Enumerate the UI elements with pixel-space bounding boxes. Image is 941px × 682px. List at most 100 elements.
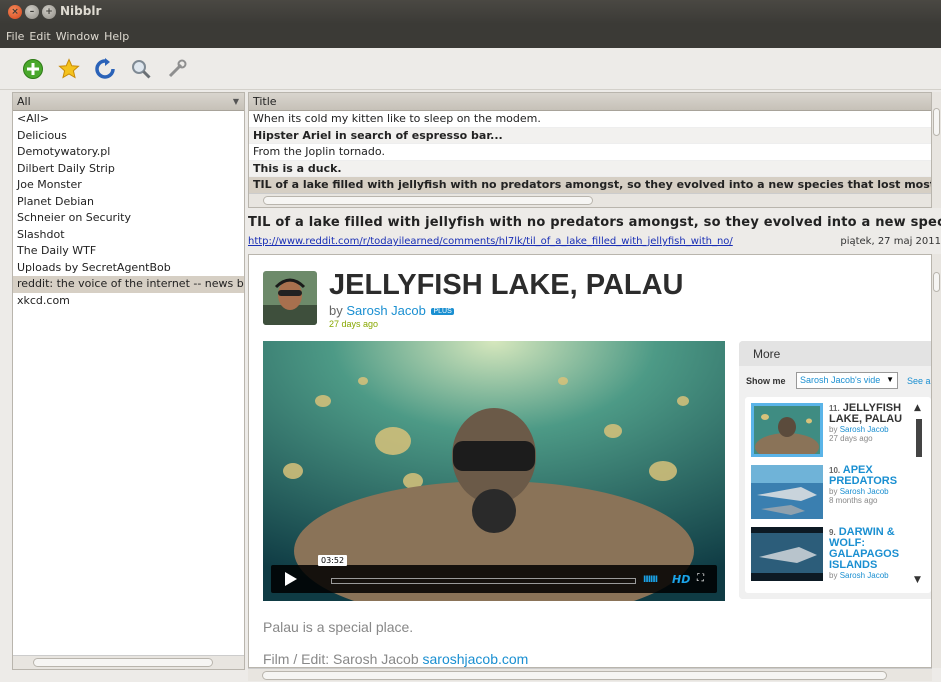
video-title-text[interactable]: APEX PREDATORS — [829, 464, 897, 487]
credit-link[interactable]: saroshjacob.com — [423, 651, 529, 667]
video-number: 9. — [829, 528, 836, 537]
search-icon — [132, 59, 151, 79]
menu-file[interactable]: File — [6, 30, 24, 43]
article-link[interactable]: http://www.reddit.com/r/todayilearned/co… — [248, 236, 733, 247]
refresh-button[interactable] — [92, 56, 118, 82]
feed-list: <All> Delicious Demotywatory.pl Dilbert … — [13, 111, 244, 309]
article-list: Title When its cold my kitten like to sl… — [248, 92, 932, 208]
feed-item-planet-debian[interactable]: Planet Debian — [13, 194, 244, 211]
video-list-scrollbar[interactable]: ▲ ▼ — [913, 403, 925, 587]
chevron-down-icon[interactable]: ▼ — [914, 575, 921, 585]
hd-toggle[interactable]: HD — [672, 573, 690, 586]
video-info: 9. DARWIN & WOLF: GALAPAGOS ISLANDS by S… — [829, 526, 905, 581]
article-row[interactable]: From the Joplin tornado. — [249, 144, 931, 161]
tab-more[interactable]: More — [739, 341, 793, 366]
webview-horizontal-scrollbar[interactable] — [248, 668, 932, 681]
video-by: by — [829, 571, 838, 580]
menu-help[interactable]: Help — [104, 30, 129, 43]
article-row[interactable]: When its cold my kitten like to sleep on… — [249, 111, 931, 128]
video-progress-bar[interactable] — [331, 578, 636, 584]
video-by: by — [829, 487, 838, 496]
favorite-button[interactable] — [56, 56, 82, 82]
video-title: JELLYFISH LAKE, PALAU — [329, 269, 684, 301]
scrollbar-thumb[interactable] — [916, 419, 922, 457]
maximize-window-button[interactable]: + — [42, 5, 56, 19]
video-description: Palau is a special place. — [263, 619, 414, 635]
video-author[interactable]: Sarosh Jacob — [840, 571, 889, 580]
feed-item-dilbert[interactable]: Dilbert Daily Strip — [13, 161, 244, 178]
video-info: 10. APEX PREDATORS by Sarosh Jacob 8 mon… — [829, 464, 905, 506]
sidebar-horizontal-scrollbar[interactable] — [13, 655, 244, 669]
fullscreen-icon[interactable]: ⛶ — [697, 573, 704, 584]
feed-item-xkcd[interactable]: xkcd.com — [13, 293, 244, 310]
window-titlebar: × – + Nibblr — [0, 0, 941, 24]
video-thumbnail — [751, 403, 823, 457]
feed-filter-value: All — [17, 95, 31, 108]
menu-edit[interactable]: Edit — [29, 30, 50, 43]
more-videos-panel: More Show me Sarosh Jacob's vide ▼ See a… — [739, 341, 931, 599]
feed-item-secretagentbob[interactable]: Uploads by SecretAgentBob — [13, 260, 244, 277]
video-info: 11. JELLYFISH LAKE, PALAU by Sarosh Jaco… — [829, 403, 905, 444]
volume-icon[interactable]: IIIIII — [643, 575, 658, 585]
video-number: 10. — [829, 466, 841, 475]
feed-item-all[interactable]: <All> — [13, 111, 244, 128]
column-header-title[interactable]: Title — [249, 93, 931, 111]
author-link[interactable]: Sarosh Jacob — [346, 303, 426, 318]
window-title: Nibblr — [60, 4, 102, 18]
webview-vertical-scrollbar[interactable] — [932, 254, 941, 668]
scrollbar-thumb[interactable] — [933, 108, 940, 136]
star-icon — [58, 57, 80, 79]
scrollbar-thumb[interactable] — [262, 671, 887, 680]
minimize-window-button[interactable]: – — [25, 5, 39, 19]
show-me-select[interactable]: Sarosh Jacob's vide ▼ — [796, 372, 898, 389]
search-button[interactable] — [128, 56, 154, 82]
feed-item-daily-wtf[interactable]: The Daily WTF — [13, 243, 244, 260]
article-list-horizontal-scrollbar[interactable] — [249, 193, 931, 207]
article-row[interactable]: Hipster Ariel in search of espresso bar.… — [249, 127, 931, 144]
video-ago: 8 months ago — [829, 496, 878, 505]
avatar[interactable] — [263, 271, 317, 325]
video-credit: Film / Edit: Sarosh Jacob saroshjacob.co… — [263, 651, 528, 667]
article-title: TIL of a lake filled with jellyfish with… — [248, 215, 941, 230]
see-all-link[interactable]: See al — [907, 376, 931, 386]
feed-item-demotywatory[interactable]: Demotywatory.pl — [13, 144, 244, 161]
video-by: by — [829, 425, 838, 434]
article-row[interactable]: This is a duck. — [249, 160, 931, 177]
add-feed-button[interactable] — [20, 56, 46, 82]
scrollbar-thumb[interactable] — [33, 658, 213, 667]
feed-item-joe-monster[interactable]: Joe Monster — [13, 177, 244, 194]
video-ago: 27 days ago — [829, 434, 873, 443]
article-list-vertical-scrollbar[interactable] — [932, 92, 941, 208]
video-list-item[interactable]: 10. APEX PREDATORS by Sarosh Jacob 8 mon… — [751, 465, 911, 521]
credit-text: Film / Edit: Sarosh Jacob — [263, 651, 419, 667]
feed-item-delicious[interactable]: Delicious — [13, 128, 244, 145]
settings-button[interactable] — [164, 56, 190, 82]
feed-item-slashdot[interactable]: Slashdot — [13, 227, 244, 244]
close-window-button[interactable]: × — [8, 5, 22, 19]
video-author[interactable]: Sarosh Jacob — [840, 487, 889, 496]
feed-item-schneier[interactable]: Schneier on Security — [13, 210, 244, 227]
posted-ago: 27 days ago — [329, 319, 379, 329]
play-icon[interactable] — [285, 572, 297, 586]
chevron-down-icon: ▼ — [886, 375, 894, 384]
video-timecode: 03:52 — [318, 555, 348, 566]
scrollbar-thumb[interactable] — [933, 272, 940, 292]
by-prefix: by — [329, 303, 343, 318]
refresh-icon — [95, 57, 115, 79]
scrollbar-thumb[interactable] — [263, 196, 593, 205]
video-author[interactable]: Sarosh Jacob — [840, 425, 889, 434]
video-list-item[interactable]: 11. JELLYFISH LAKE, PALAU by Sarosh Jaco… — [751, 403, 911, 459]
menu-window[interactable]: Window — [56, 30, 99, 43]
toolbar — [0, 48, 941, 90]
chevron-up-icon[interactable]: ▲ — [914, 403, 921, 413]
video-list-item[interactable]: 9. DARWIN & WOLF: GALAPAGOS ISLANDS by S… — [751, 527, 911, 583]
video-thumbnail — [751, 465, 823, 519]
video-title-text[interactable]: DARWIN & WOLF: GALAPAGOS ISLANDS — [829, 526, 899, 571]
show-me-label: Show me — [746, 376, 786, 386]
video-controls: 03:52 IIIIII HD ⛶ — [271, 555, 717, 593]
feed-item-reddit[interactable]: reddit: the voice of the internet -- new… — [13, 276, 244, 293]
feed-filter-select[interactable]: All ▼ — [13, 93, 244, 111]
article-row[interactable]: TIL of a lake filled with jellyfish with… — [249, 177, 931, 194]
video-player[interactable]: 03:52 IIIIII HD ⛶ — [263, 341, 725, 601]
show-me-value: Sarosh Jacob's vide — [800, 375, 881, 385]
